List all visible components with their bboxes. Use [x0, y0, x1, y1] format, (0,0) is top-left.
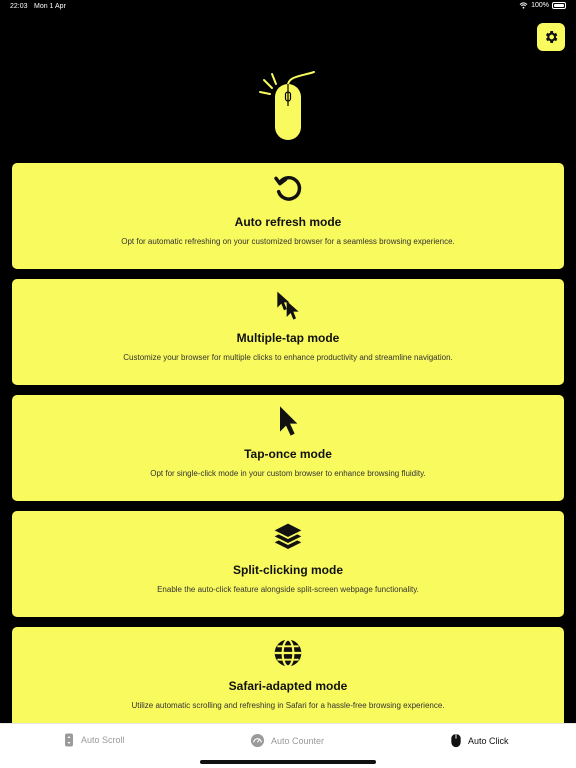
- card-description: Opt for single-click mode in your custom…: [150, 469, 426, 478]
- tab-auto-click[interactable]: Auto Click: [450, 733, 509, 748]
- card-title: Tap-once mode: [244, 447, 332, 461]
- card-multiple-tap[interactable]: Multiple-tap mode Customize your browser…: [12, 279, 564, 385]
- scroll-icon: [65, 733, 73, 747]
- layers-icon: [274, 523, 302, 549]
- status-bar: 22:03 Mon 1 Apr 100%: [0, 0, 576, 14]
- status-time: 22:03: [10, 3, 28, 10]
- card-description: Enable the auto-click feature alongside …: [157, 585, 419, 594]
- card-auto-refresh[interactable]: Auto refresh mode Opt for automatic refr…: [12, 163, 564, 269]
- gear-icon: [545, 31, 558, 43]
- battery-icon: [552, 2, 566, 9]
- card-description: Utilize automatic scrolling and refreshi…: [131, 701, 445, 710]
- tab-auto-counter[interactable]: Auto Counter: [250, 733, 324, 748]
- status-right: 100%: [519, 2, 566, 9]
- home-indicator: [200, 760, 376, 764]
- card-title: Safari-adapted mode: [228, 679, 348, 693]
- card-tap-once[interactable]: Tap-once mode Opt for single-click mode …: [12, 395, 564, 501]
- settings-button[interactable]: [537, 23, 565, 51]
- card-title: Split-clicking mode: [232, 563, 343, 577]
- globe-icon: [274, 638, 302, 668]
- refresh-icon: [274, 175, 302, 201]
- mouse-illustration-icon: [259, 71, 315, 140]
- counter-icon: [250, 733, 265, 748]
- cursor-icon: [280, 406, 298, 436]
- wifi-icon: [519, 2, 528, 9]
- tab-auto-scroll[interactable]: Auto Scroll: [63, 733, 125, 747]
- status-date: Mon 1 Apr: [34, 3, 66, 10]
- card-split-clicking[interactable]: Split-clicking mode Enable the auto-clic…: [12, 511, 564, 617]
- multi-cursor-icon: [277, 291, 299, 320]
- mouse-icon: [451, 733, 461, 748]
- card-safari-adapted[interactable]: Safari-adapted mode Utilize automatic sc…: [12, 627, 564, 733]
- battery-percent: 100%: [531, 2, 549, 9]
- tab-label: Auto Click: [468, 735, 509, 746]
- tab-label: Auto Scroll: [81, 735, 125, 745]
- card-description: Opt for automatic refreshing on your cus…: [121, 237, 455, 246]
- tab-label: Auto Counter: [271, 735, 325, 746]
- card-title: Auto refresh mode: [234, 215, 342, 229]
- card-description: Customize your browser for multiple clic…: [123, 353, 453, 362]
- card-title: Multiple-tap mode: [236, 331, 340, 345]
